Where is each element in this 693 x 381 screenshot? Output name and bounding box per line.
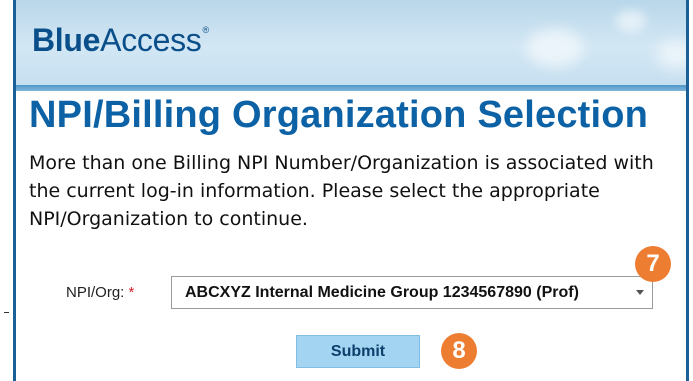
decorative-bubble	[656, 40, 686, 70]
logo-regular-text: Access	[100, 22, 202, 58]
npi-org-select[interactable]: ABCXYZ Internal Medicine Group 123456789…	[171, 276, 653, 309]
registered-mark: ®	[202, 25, 210, 35]
blueaccess-logo: BlueAccess®	[32, 22, 209, 59]
page-title: NPI/Billing Organization Selection	[29, 94, 649, 136]
decorative-bubble	[526, 28, 584, 68]
step-8-badge: 8	[441, 333, 477, 369]
intro-text: More than one Billing NPI Number/Organiz…	[29, 152, 654, 230]
margin-mark	[4, 312, 9, 313]
npi-org-label: NPI/Org: *	[66, 284, 134, 301]
submit-button[interactable]: Submit	[296, 335, 420, 368]
header-divider	[16, 85, 686, 91]
npi-org-label-text: NPI/Org:	[66, 284, 125, 301]
decorative-bubble	[616, 10, 646, 32]
chevron-down-icon[interactable]	[636, 290, 644, 295]
npi-org-selected-value: ABCXYZ Internal Medicine Group 123456789…	[185, 284, 579, 301]
logo-bold-text: Blue	[32, 22, 101, 58]
header-banner: BlueAccess®	[16, 0, 686, 85]
required-marker: *	[128, 284, 135, 301]
step-7-badge: 7	[635, 246, 671, 282]
blueaccess-window: BlueAccess® NPI/Billing Organization Sel…	[13, 0, 689, 381]
